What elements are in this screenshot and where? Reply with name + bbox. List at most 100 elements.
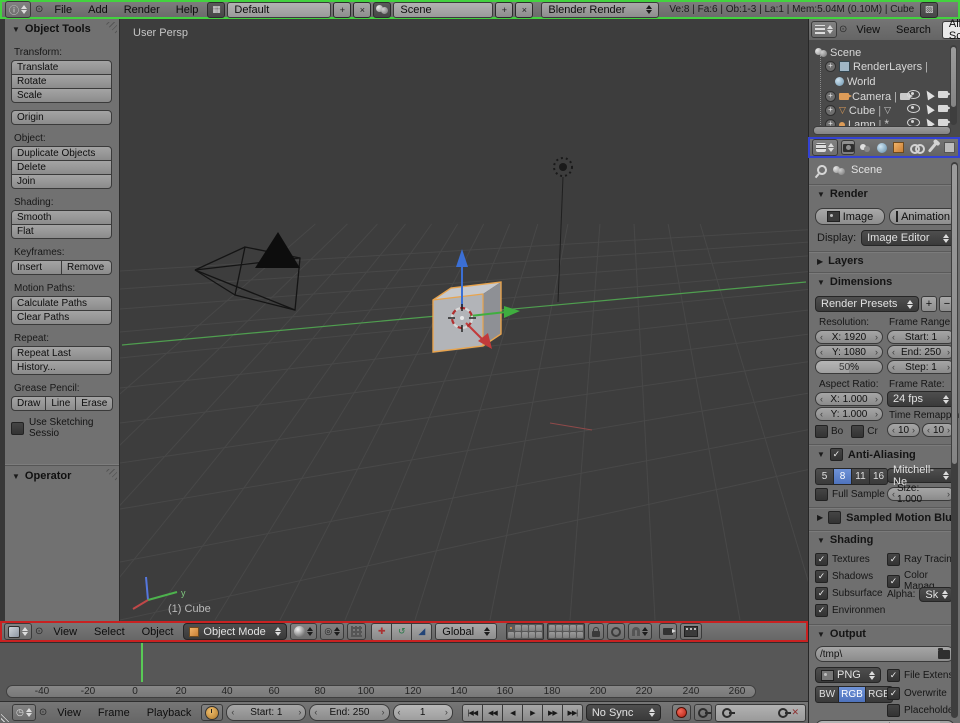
viewport-3d[interactable]: y User Persp (1) Cube bbox=[120, 19, 808, 621]
pin-icon[interactable] bbox=[814, 162, 830, 178]
crop-checkbox[interactable] bbox=[851, 425, 865, 438]
menu-file[interactable]: File bbox=[47, 4, 79, 16]
panel-drag-corner-icon[interactable] bbox=[104, 22, 117, 35]
editor-type-button[interactable]: ◷ bbox=[12, 704, 36, 721]
expander-icon[interactable]: + bbox=[825, 61, 836, 72]
current-frame-field[interactable]: ‹ 1 › bbox=[392, 704, 453, 721]
use-sketching-checkbox[interactable] bbox=[11, 421, 24, 435]
play-button[interactable]: ▶ bbox=[521, 703, 543, 722]
delete-scene-button[interactable]: × bbox=[515, 1, 534, 18]
menu-add[interactable]: Add bbox=[81, 4, 115, 16]
operator-panel-header[interactable]: ▼ Operator bbox=[5, 465, 119, 486]
antialiasing-checkbox[interactable]: ✓ bbox=[829, 448, 843, 461]
display-mode-select[interactable]: All Scen bbox=[941, 19, 960, 40]
outliner-item-scene[interactable]: Scene bbox=[815, 46, 861, 59]
draw-button[interactable]: Draw bbox=[11, 396, 47, 411]
mode-select[interactable]: Object Mode bbox=[183, 623, 288, 640]
expander-icon[interactable]: + bbox=[825, 91, 836, 102]
smooth-button[interactable]: Smooth bbox=[11, 210, 112, 225]
splash-icon[interactable]: ▧ bbox=[920, 1, 939, 18]
area-resize-grip[interactable] bbox=[1, 712, 11, 722]
delete-screen-button[interactable]: × bbox=[353, 1, 372, 18]
color-management-checkbox[interactable]: ✓ bbox=[887, 574, 900, 588]
snap-select[interactable] bbox=[628, 623, 653, 640]
environment-checkbox[interactable]: ✓ bbox=[815, 604, 828, 617]
folder-icon[interactable] bbox=[938, 647, 950, 659]
collapse-menus-icon[interactable]: ⊙ bbox=[33, 4, 45, 15]
ray-tracing-checkbox[interactable]: ✓ bbox=[887, 553, 900, 566]
sync-mode-select[interactable]: No Sync bbox=[585, 704, 661, 721]
history-button[interactable]: History... bbox=[11, 360, 112, 375]
output-panel-header[interactable]: ▼ Output bbox=[817, 628, 866, 640]
selectable-toggle-icon[interactable] bbox=[923, 88, 935, 101]
layers-grid-left[interactable] bbox=[506, 623, 545, 640]
dimensions-panel-header[interactable]: ▼ Dimensions bbox=[817, 276, 892, 288]
tab-render[interactable] bbox=[841, 140, 856, 155]
insert-keyframe-button[interactable]: Insert bbox=[11, 260, 62, 275]
line-button[interactable]: Line bbox=[45, 396, 77, 411]
collapse-menus-icon[interactable]: ⊙ bbox=[35, 626, 43, 637]
next-keyframe-button[interactable]: ▶▶ bbox=[541, 703, 563, 722]
add-scene-button[interactable]: + bbox=[495, 1, 514, 18]
outliner-hscrollbar[interactable] bbox=[813, 126, 951, 135]
menu-playback[interactable]: Playback bbox=[140, 707, 199, 719]
join-button[interactable]: Join bbox=[11, 174, 112, 189]
menu-select[interactable]: Select bbox=[87, 626, 132, 638]
frame-start-field[interactable]: ‹ Start: 1 › bbox=[226, 704, 307, 721]
aspect-y-field[interactable]: ‹ Y: 1.000 › bbox=[815, 407, 883, 421]
use-preview-range-button[interactable] bbox=[201, 704, 224, 721]
aa-filter-select[interactable]: Mitchell-Ne bbox=[887, 464, 955, 488]
remove-keyframe-button[interactable]: Remove bbox=[61, 260, 112, 275]
rotate-manipulator-button[interactable]: ↺ bbox=[391, 623, 413, 640]
menu-frame[interactable]: Frame bbox=[91, 707, 137, 719]
tab-data[interactable] bbox=[942, 140, 956, 155]
opengl-render-anim-button[interactable] bbox=[680, 623, 703, 640]
timeline-ruler[interactable]: -40 -20 0 20 40 60 80 100 120 140 160 18… bbox=[0, 682, 808, 701]
editor-type-button[interactable]: ⓘ bbox=[5, 1, 31, 18]
aa-samples-5[interactable]: 5 bbox=[815, 468, 834, 485]
manipulator-toggle-button[interactable] bbox=[347, 623, 367, 640]
hide-toggle-icon[interactable] bbox=[907, 90, 920, 99]
remap-old-field[interactable]: ‹ 10 › bbox=[887, 423, 920, 437]
add-preset-button[interactable]: + bbox=[921, 296, 937, 312]
repeat-last-button[interactable]: Repeat Last bbox=[11, 346, 112, 361]
renderable-toggle-icon[interactable] bbox=[938, 91, 951, 98]
translate-button[interactable]: Translate bbox=[11, 60, 112, 75]
current-frame-indicator[interactable] bbox=[141, 643, 143, 683]
delete-button[interactable]: Delete bbox=[11, 160, 112, 175]
lock-to-scene-button[interactable] bbox=[588, 623, 605, 640]
layers-panel-header[interactable]: ▶ Layers bbox=[817, 255, 864, 267]
sampled-motion-blur-header[interactable]: ▶ Sampled Motion Blur bbox=[817, 511, 956, 524]
proportional-edit-select[interactable] bbox=[607, 623, 626, 640]
key-delete-icon[interactable]: ✕ bbox=[791, 707, 799, 718]
key-insert-icon[interactable] bbox=[778, 707, 792, 718]
output-path-field[interactable]: /tmp\ bbox=[815, 646, 955, 662]
alpha-select[interactable]: Sk bbox=[919, 587, 954, 602]
frame-step-field[interactable]: ‹ Step: 1 › bbox=[887, 360, 955, 374]
active-keying-set-field[interactable]: ✕ bbox=[714, 703, 807, 722]
resolution-y-field[interactable]: ‹ Y: 1080 › bbox=[815, 345, 883, 359]
layers-grid-right[interactable] bbox=[547, 623, 586, 640]
selectable-toggle-icon[interactable] bbox=[923, 102, 935, 115]
timeline-canvas[interactable] bbox=[0, 642, 808, 683]
duplicate-objects-button[interactable]: Duplicate Objects bbox=[11, 146, 112, 161]
flat-button[interactable]: Flat bbox=[11, 224, 112, 239]
antialiasing-panel-header[interactable]: ▼ ✓ Anti-Aliasing bbox=[817, 448, 916, 461]
collapse-menus-icon[interactable]: ⊙ bbox=[839, 24, 847, 35]
scene-name[interactable]: Scene bbox=[393, 1, 494, 18]
editor-type-button[interactable] bbox=[812, 139, 838, 156]
outliner-item-camera[interactable]: + Camera | bbox=[825, 90, 913, 103]
shading-panel-header[interactable]: ▼ Shading bbox=[817, 534, 873, 546]
tab-object[interactable] bbox=[892, 140, 906, 155]
aa-samples-16[interactable]: 16 bbox=[869, 468, 888, 485]
render-image-button[interactable]: Image bbox=[815, 208, 885, 225]
erase-button[interactable]: Erase bbox=[75, 396, 114, 411]
outliner-item-cube[interactable]: + ▽ Cube | ▽ bbox=[825, 104, 891, 117]
render-presets-select[interactable]: Render Presets bbox=[815, 296, 919, 312]
jump-to-end-button[interactable]: ▶▶| bbox=[561, 703, 583, 722]
clear-paths-button[interactable]: Clear Paths bbox=[11, 310, 112, 325]
editor-type-button[interactable] bbox=[811, 21, 837, 38]
frame-end-field[interactable]: ‹ End: 250 › bbox=[309, 704, 390, 721]
scale-manipulator-button[interactable]: ◢ bbox=[411, 623, 433, 640]
renderable-toggle-icon[interactable] bbox=[938, 105, 951, 112]
